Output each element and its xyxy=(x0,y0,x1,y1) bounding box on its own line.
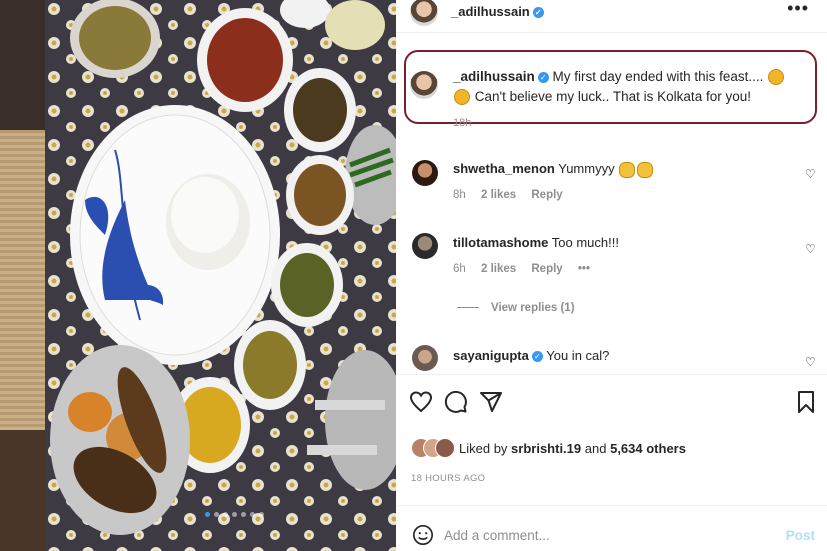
comment-likes[interactable]: 2 likes xyxy=(481,263,516,275)
comment-username[interactable]: tillotamashome xyxy=(453,235,548,250)
comment-username[interactable]: sayanigupta xyxy=(453,348,529,363)
author-username[interactable]: _adilhussain ✓ xyxy=(451,4,544,19)
post-button[interactable]: Post xyxy=(786,528,815,543)
comment-username[interactable]: shwetha_menon xyxy=(453,161,555,176)
divider xyxy=(396,505,827,506)
verified-badge-icon: ✓ xyxy=(531,351,543,363)
comment: sayanigupta ✓ You in cal? xyxy=(453,348,609,363)
heart-icon[interactable]: ♡ xyxy=(805,242,817,256)
verified-badge-icon: ✓ xyxy=(532,7,544,19)
clapping-hands-icon xyxy=(619,161,636,178)
share-icon[interactable] xyxy=(479,390,503,414)
carousel-dot xyxy=(259,512,264,517)
carousel-dot xyxy=(250,512,255,517)
bookmark-icon[interactable] xyxy=(794,390,818,414)
replies-line xyxy=(457,307,479,309)
grinning-emoji-icon xyxy=(454,89,470,106)
grinning-emoji-icon xyxy=(768,69,785,86)
caption-time: 18h xyxy=(453,117,472,129)
caption-username[interactable]: _adilhussain xyxy=(453,69,535,84)
comment-likes[interactable]: 2 likes xyxy=(481,189,516,201)
heart-icon[interactable]: ♡ xyxy=(805,355,817,369)
carousel-dot xyxy=(223,512,228,517)
verified-badge-icon: ✓ xyxy=(537,71,549,83)
caption-part2: Can't believe my luck.. That is Kolkata … xyxy=(474,89,751,104)
comment-time: 8h xyxy=(453,189,466,201)
heart-icon[interactable] xyxy=(409,390,433,414)
author-name[interactable]: _adilhussain xyxy=(451,4,530,19)
avatar xyxy=(435,438,455,458)
background-cloth xyxy=(0,0,45,551)
food-photo xyxy=(45,0,396,551)
and-label: and xyxy=(584,441,607,456)
likes-summary: Liked by srbrishti.19 and 5,634 others xyxy=(459,441,686,456)
heart-icon[interactable]: ♡ xyxy=(805,167,817,181)
comment-time: 6h xyxy=(453,263,466,275)
comment-meta: 6h 2 likes Reply ••• xyxy=(453,263,602,275)
caption-avatar[interactable] xyxy=(410,71,438,99)
view-replies-button[interactable]: View replies (1) xyxy=(457,302,575,314)
comment-meta: 8h 2 likes Reply xyxy=(453,189,575,201)
view-replies-label[interactable]: View replies (1) xyxy=(491,302,575,314)
comment: shwetha_menon Yummyyy xyxy=(453,161,654,178)
clapping-hands-icon xyxy=(637,161,654,178)
caption-part1: My first day ended with this feast.... xyxy=(552,69,764,84)
comment-text: Too much!!! xyxy=(551,235,619,250)
comment: tillotamashome Too much!!! xyxy=(453,235,619,250)
comment-icon[interactable] xyxy=(444,390,468,414)
post-panel: _adilhussain ✓ ••• _adilhussain ✓ My first… xyxy=(396,0,827,551)
commenter-avatar[interactable] xyxy=(412,345,438,371)
likes-count[interactable]: 5,634 others xyxy=(610,441,686,456)
divider xyxy=(396,32,827,33)
add-comment-input[interactable]: Add a comment... xyxy=(444,528,550,543)
comment-text: You in cal? xyxy=(546,348,610,363)
more-horizontal-icon[interactable]: ••• xyxy=(787,0,809,19)
post-timestamp: 18 HOURS AGO xyxy=(411,473,486,484)
carousel-dots xyxy=(205,512,264,517)
commenter-avatar[interactable] xyxy=(412,233,438,259)
carousel-dot xyxy=(214,512,219,517)
post-image[interactable]: › xyxy=(45,0,396,551)
smile-icon[interactable] xyxy=(412,524,434,546)
divider xyxy=(396,374,827,375)
more-horizontal-icon[interactable]: ••• xyxy=(578,263,590,275)
liked-by-label: Liked by xyxy=(459,441,508,456)
carousel-dot xyxy=(232,512,237,517)
liked-by-user[interactable]: srbrishti.19 xyxy=(511,441,581,456)
author-avatar[interactable] xyxy=(410,0,438,26)
reply-button[interactable]: Reply xyxy=(531,189,562,201)
reply-button[interactable]: Reply xyxy=(531,263,562,275)
carousel-dot xyxy=(241,512,246,517)
caption-text: _adilhussain ✓ My first day ended with th… xyxy=(453,67,798,107)
likers-avatars xyxy=(411,438,459,458)
commenter-avatar[interactable] xyxy=(412,160,438,186)
carousel-dot xyxy=(205,512,210,517)
comment-text: Yummyyy xyxy=(558,161,615,176)
